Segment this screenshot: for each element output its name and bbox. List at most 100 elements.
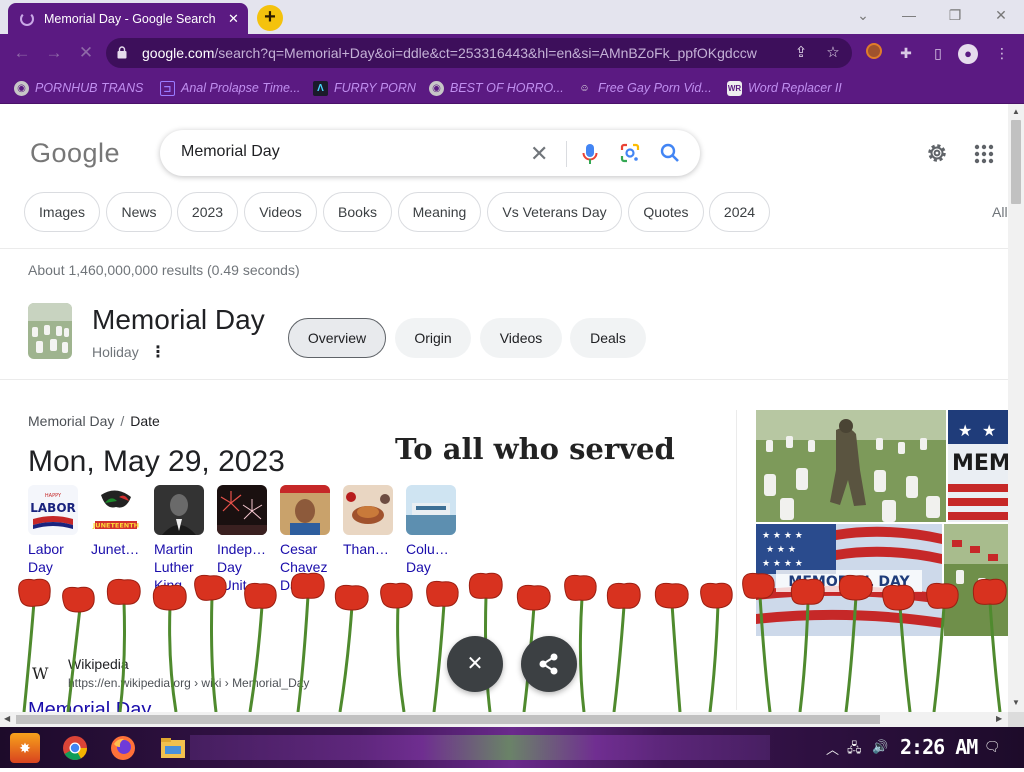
- holiday-label: Junet…: [91, 541, 140, 557]
- memorial-overlay-caption: To all who served: [395, 432, 675, 466]
- scroll-left-arrow-icon[interactable]: ◀: [4, 714, 10, 723]
- scrollbar-corner: [1008, 712, 1024, 727]
- account-avatar-icon[interactable]: ●: [958, 43, 978, 64]
- bookmark-item[interactable]: ☺ Free Gay Porn Vid...: [577, 79, 711, 97]
- chip-videos[interactable]: Videos: [244, 192, 317, 232]
- holiday-item-thanksgiving[interactable]: Than…: [343, 485, 399, 558]
- holiday-item-mlk-day[interactable]: Martin Luther King: [154, 485, 210, 594]
- forward-button[interactable]: →: [42, 42, 66, 64]
- chip-books[interactable]: Books: [323, 192, 392, 232]
- image-collage[interactable]: ★ ★ MEM ★ ★ ★ ★ ★ ★ ★ ★ ★ ★ ★ MEMORIAL D…: [756, 410, 1008, 636]
- holiday-item-independence-day[interactable]: Indep… Day (Unit…: [217, 485, 273, 594]
- chip-2023[interactable]: 2023: [177, 192, 238, 232]
- holiday-item-columbus-day[interactable]: Colu… Day: [406, 485, 462, 576]
- search-results-page: Google Memorial Day ✕ Images News 2023 V…: [0, 104, 1008, 712]
- vertical-scroll-thumb[interactable]: [1011, 120, 1021, 204]
- scroll-right-arrow-icon[interactable]: ▶: [996, 714, 1002, 723]
- bookmark-item[interactable]: ⊐ Anal Prolapse Time...: [160, 79, 300, 97]
- knowledge-panel-title: Memorial Day: [92, 304, 265, 335]
- menu-kebab-icon[interactable]: ⋮: [992, 43, 1012, 63]
- bookmark-item[interactable]: ◉ PORNHUB TRANS: [14, 79, 143, 97]
- chrome-taskbar-icon[interactable]: [60, 733, 90, 763]
- holiday-item-labor-day[interactable]: HAPPY LABOR Labor Day: [28, 485, 84, 576]
- chip-meaning[interactable]: Meaning: [398, 192, 481, 232]
- memorial-flag-banner-image[interactable]: ★ ★ MEM: [948, 410, 1008, 522]
- google-apps-grid-icon[interactable]: [974, 144, 994, 164]
- scroll-down-arrow-icon[interactable]: ▼: [1012, 698, 1020, 707]
- google-logo[interactable]: Google: [30, 138, 120, 169]
- cemetery-image[interactable]: [756, 410, 946, 522]
- address-bar[interactable]: google.com/search?q=Memorial+Day&oi=ddle…: [106, 38, 852, 68]
- tab-origin[interactable]: Origin: [395, 318, 471, 358]
- google-lens-icon[interactable]: [620, 143, 640, 163]
- holiday-item-juneteenth[interactable]: JUNETEENTH Junet…: [91, 485, 147, 558]
- horizontal-scroll-thumb[interactable]: [16, 715, 880, 724]
- memorial-day-flag-image[interactable]: ★ ★ ★ ★ ★ ★ ★ ★ ★ ★ ★ MEMORIAL DAY: [756, 524, 942, 636]
- file-explorer-taskbar-icon[interactable]: [158, 733, 188, 763]
- restore-button[interactable]: ❐: [943, 5, 967, 25]
- side-panel-icon[interactable]: ▯: [928, 43, 948, 63]
- minimize-button[interactable]: —: [897, 5, 921, 25]
- tab-deals[interactable]: Deals: [570, 318, 646, 358]
- bookmarks-bar: ◉ PORNHUB TRANS ⊐ Anal Prolapse Time... …: [0, 72, 1024, 104]
- extensions-puzzle-icon[interactable]: ✚: [896, 43, 916, 63]
- chip-images[interactable]: Images: [24, 192, 100, 232]
- share-button[interactable]: [521, 636, 577, 692]
- tab-overview[interactable]: Overview: [288, 318, 386, 358]
- bookmark-star-icon[interactable]: ☆: [823, 43, 843, 63]
- bookmark-item[interactable]: Λ FURRY PORN: [313, 79, 416, 97]
- profile-extension-icon[interactable]: [864, 43, 884, 63]
- vertical-scrollbar[interactable]: ▲ ▼: [1008, 104, 1024, 712]
- microphone-icon[interactable]: [582, 143, 598, 165]
- chip-quotes[interactable]: Quotes: [628, 192, 704, 232]
- bookmark-item[interactable]: ◉ BEST OF HORRO...: [429, 79, 564, 97]
- taskbar-clock[interactable]: 2:26 AM: [900, 735, 978, 759]
- knowledge-panel-thumbnail[interactable]: [28, 303, 72, 359]
- new-tab-button[interactable]: +: [257, 5, 283, 31]
- all-filters-link[interactable]: All: [992, 204, 1008, 220]
- search-input[interactable]: Memorial Day: [181, 143, 280, 161]
- share-page-icon[interactable]: ⇪: [791, 43, 811, 63]
- tab-videos[interactable]: Videos: [480, 318, 562, 358]
- search-icon[interactable]: [660, 143, 680, 163]
- tab-close-button[interactable]: ✕: [225, 10, 242, 27]
- settings-gear-icon[interactable]: [925, 141, 949, 165]
- bookmark-label: BEST OF HORRO...: [450, 81, 564, 95]
- more-options-icon[interactable]: ⋮: [150, 342, 166, 362]
- browser-toolbar: ← → ✕ google.com/search?q=Memorial+Day&o…: [0, 34, 1024, 72]
- chip-news[interactable]: News: [106, 192, 172, 232]
- network-icon[interactable]: 🖧: [847, 739, 862, 761]
- search-box[interactable]: Memorial Day ✕: [160, 130, 700, 176]
- scroll-up-arrow-icon[interactable]: ▲: [1012, 107, 1020, 116]
- back-button[interactable]: ←: [10, 42, 34, 64]
- wr-icon: WR: [727, 80, 742, 96]
- holiday-label: Labor Day: [28, 541, 64, 575]
- holiday-thumbnail: [280, 485, 330, 535]
- svg-text:MEMORIAL DAY: MEMORIAL DAY: [788, 574, 910, 590]
- close-window-button[interactable]: ✕: [989, 5, 1013, 25]
- volume-icon[interactable]: 🔊: [872, 739, 888, 755]
- breadcrumb-parent[interactable]: Memorial Day: [28, 413, 114, 429]
- bookmark-label: PORNHUB TRANS: [35, 81, 144, 95]
- holiday-date: Mon, May 29, 2023: [28, 445, 285, 478]
- ghost-icon: ☺: [579, 82, 590, 94]
- wikipedia-result-title[interactable]: Memorial Day: [28, 699, 151, 712]
- close-overlay-button[interactable]: ✕: [447, 636, 503, 692]
- tab-search-dropdown-icon[interactable]: ⌄: [851, 5, 875, 25]
- stop-loading-button[interactable]: ✕: [74, 42, 98, 64]
- horizontal-scrollbar[interactable]: ◀ ▶: [0, 712, 1008, 727]
- clear-search-icon[interactable]: ✕: [530, 141, 548, 167]
- url-host: google.com: [142, 45, 215, 61]
- start-button[interactable]: ✸: [10, 733, 40, 763]
- svg-text:★ ★ ★: ★ ★ ★: [766, 545, 796, 555]
- show-hidden-icons-chevron-icon[interactable]: ︿: [826, 739, 839, 758]
- holiday-item-cesar-chavez-day[interactable]: Cesar Chavez Da…: [280, 485, 336, 594]
- chip-vs-veterans-day[interactable]: Vs Veterans Day: [487, 192, 622, 232]
- flags-on-graves-image[interactable]: [944, 524, 1008, 636]
- svg-text:HAPPY: HAPPY: [45, 493, 62, 499]
- firefox-taskbar-icon[interactable]: [108, 733, 138, 763]
- active-tab[interactable]: Memorial Day - Google Search ✕: [8, 3, 248, 34]
- chip-2024[interactable]: 2024: [709, 192, 770, 232]
- notifications-icon[interactable]: 🗨: [984, 739, 1001, 755]
- bookmark-item[interactable]: WR Word Replacer II: [727, 79, 842, 97]
